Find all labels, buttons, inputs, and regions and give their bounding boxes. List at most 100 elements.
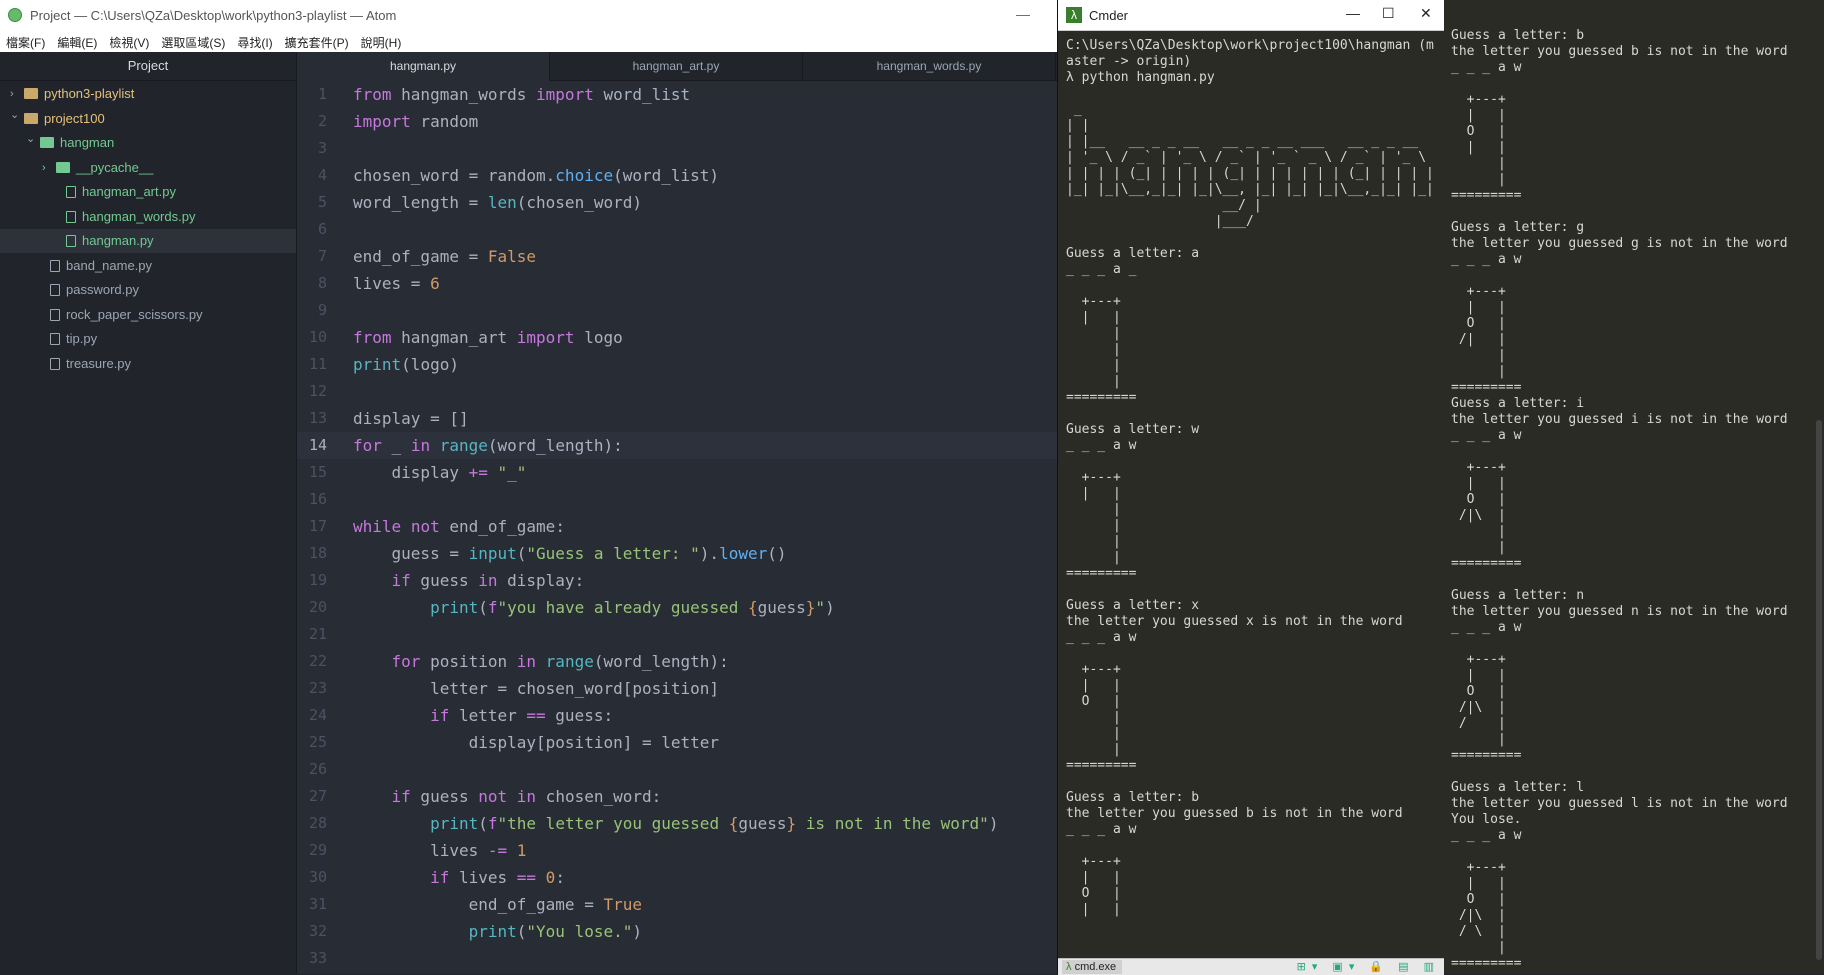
code-token: } [805, 598, 816, 617]
code-token: ) [825, 598, 835, 617]
menu-item[interactable]: 擴充套件(P) [279, 30, 355, 51]
code-token: 0 [545, 868, 556, 887]
tree-item-treasure-py[interactable]: treasure.py [0, 352, 296, 376]
tab-hangman-art-py[interactable]: hangman_art.py [550, 52, 803, 80]
tab-hangman-words-py[interactable]: hangman_words.py [803, 52, 1056, 80]
tree-item-band-name-py[interactable]: band_name.py [0, 254, 296, 278]
code-token: ( [478, 814, 488, 833]
file-icon [66, 210, 76, 223]
code-token: lower [719, 544, 768, 563]
line-number: 12 [308, 382, 327, 400]
terminal-scrollbar[interactable] [1816, 420, 1822, 960]
tree-header: Project [0, 52, 296, 81]
menu-item[interactable]: 檢視(V) [103, 30, 155, 51]
line-number: 33 [308, 949, 327, 967]
tree-item-project100[interactable]: ⌄ project100 [0, 107, 296, 131]
code-token: == [526, 706, 546, 725]
code-token: f [487, 814, 498, 833]
line-number: 24 [308, 706, 327, 724]
code-token: not [410, 517, 440, 536]
code-token: guess [410, 571, 479, 590]
menu-item[interactable]: 檔案(F) [0, 30, 51, 51]
code-token: ). [699, 544, 720, 563]
code-line: 2 import random [297, 108, 1057, 135]
code-text: for position in range(word_length): [353, 648, 729, 675]
code-line: 10 from hangman_art import logo [297, 324, 1057, 351]
menu-item[interactable]: 選取區域(S) [155, 30, 231, 51]
cmder-title: Cmder [1089, 8, 1129, 23]
code-token: for [353, 436, 382, 455]
line-number: 9 [317, 301, 327, 319]
status-toolbar-icons[interactable]: ⊞▾ ▣▾ 🔒 ▤ ▥ [1297, 960, 1440, 973]
console-tab-cmd[interactable]: λ cmd.exe [1062, 960, 1123, 974]
tree-item-python3-playlist[interactable]: › python3-playlist [0, 82, 296, 106]
second-terminal-output[interactable]: Guess a letter: b the letter you guessed… [1451, 28, 1813, 974]
code-line: 12 [297, 378, 1057, 405]
folder-icon [24, 88, 38, 99]
tree-item--pycache-[interactable]: › __pycache__ [0, 156, 296, 180]
code-token: _ [381, 436, 411, 455]
cmder-close-button[interactable]: ✕ [1420, 5, 1432, 22]
code-token: "the letter you guessed [497, 814, 729, 833]
menu-item[interactable]: 編輯(E) [51, 30, 103, 51]
file-icon [50, 308, 60, 321]
code-token: guess = [353, 544, 469, 563]
code-line: 4 chosen_word = random.choice(word_list) [297, 162, 1057, 189]
line-number: 32 [308, 922, 327, 940]
code-token: import [516, 328, 575, 347]
tree-item-hangman-words-py[interactable]: hangman_words.py [0, 205, 296, 229]
code-token: print [430, 598, 479, 617]
code-token: chosen_word: [536, 787, 662, 806]
code-token: choice [555, 166, 614, 185]
tree-item-tip-py[interactable]: tip.py [0, 327, 296, 351]
code-line: 33 [297, 945, 1057, 972]
menu-item[interactable]: 尋找(I) [231, 30, 278, 51]
code-token: } [786, 814, 797, 833]
menu-item[interactable]: 說明(H) [355, 30, 408, 51]
code-token: display = [] [353, 409, 469, 428]
console-tab-label: cmd.exe [1074, 961, 1117, 973]
tab-hangman-py[interactable]: hangman.py [297, 52, 550, 81]
project-tree-panel: Project › python3-playlist ⌄ project100 ⌄ han… [0, 52, 297, 974]
tree-item-password-py[interactable]: password.py [0, 278, 296, 302]
cmder-minimize-button[interactable]: — [1346, 5, 1360, 21]
second-terminal-pane: Guess a letter: b the letter you guessed… [1444, 0, 1824, 974]
code-token: guess [738, 814, 787, 833]
tree-item-rock-paper-scissors-py[interactable]: rock_paper_scissors.py [0, 303, 296, 327]
line-number: 2 [317, 112, 327, 130]
code-line: 24 if letter == guess: [297, 702, 1057, 729]
line-number: 25 [308, 733, 327, 751]
cmder-maximize-button[interactable]: ☐ [1382, 5, 1395, 22]
code-editor[interactable]: 1 from hangman_words import word_list 2 imp… [297, 81, 1057, 974]
code-token: for [391, 652, 421, 671]
code-token: in [478, 571, 498, 590]
code-token: += [468, 463, 488, 482]
code-token: 1 [516, 841, 527, 860]
cmder-terminal-output[interactable]: C:\Users\QZa\Desktop\work\project100\han… [1066, 38, 1442, 958]
line-number: 27 [308, 787, 327, 805]
tree-item-hangman[interactable]: ⌄ hangman [0, 131, 296, 155]
tree-item-hangman-art-py[interactable]: hangman_art.py [0, 180, 296, 204]
code-text: from hangman_art import logo [353, 324, 623, 351]
line-number: 10 [308, 328, 327, 346]
code-line: 23 letter = chosen_word[position] [297, 675, 1057, 702]
minimize-button[interactable]: — [1016, 6, 1030, 22]
code-text: print(logo) [353, 351, 459, 378]
line-number: 22 [308, 652, 327, 670]
line-number: 4 [317, 166, 327, 184]
line-number: 8 [317, 274, 327, 292]
tree-item-hangman-py[interactable]: hangman.py [0, 229, 296, 253]
line-number: 29 [308, 841, 327, 859]
line-number: 11 [308, 355, 327, 373]
code-token: lives [449, 868, 517, 887]
code-line: 20 print(f"you have already guessed {gue… [297, 594, 1057, 621]
code-token: while [353, 517, 402, 536]
code-token: display: [497, 571, 585, 590]
code-token: letter = chosen_word[position] [353, 679, 720, 698]
